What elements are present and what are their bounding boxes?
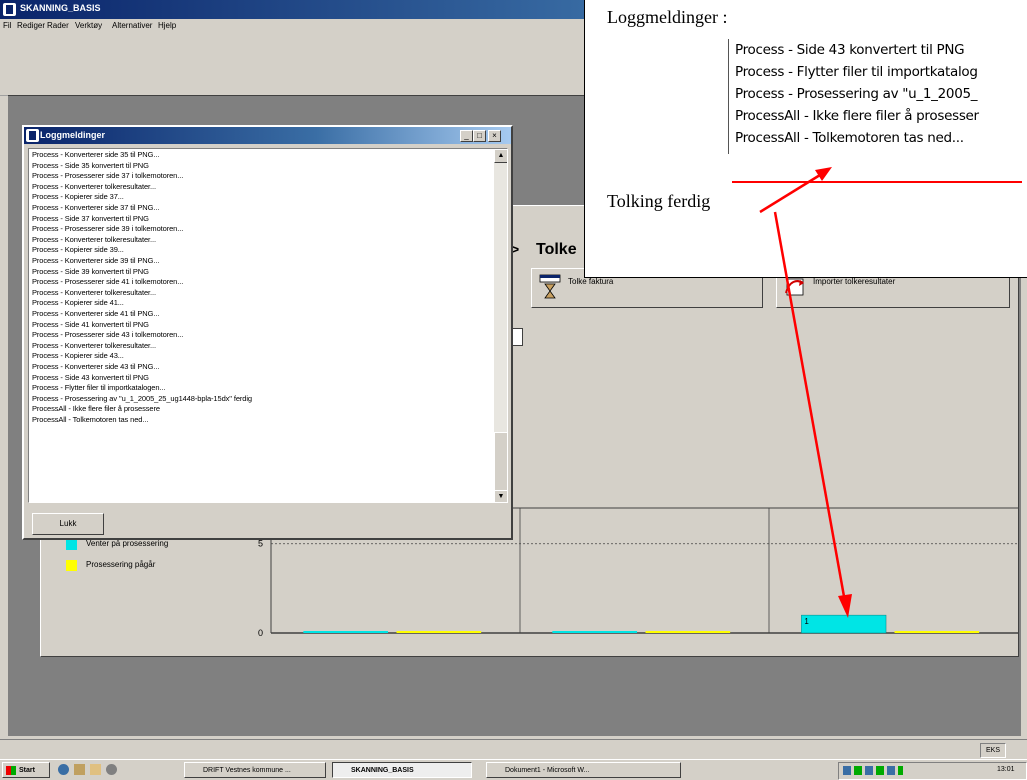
menu-rediger[interactable]: Rediger — [17, 21, 45, 30]
bar-data-label: 1 — [804, 617, 809, 626]
menu-hjelp[interactable]: Hjelp — [158, 21, 176, 30]
zoomed-log: Process - Side 43 konvertert til PNG Pro… — [728, 39, 1027, 154]
minimize-button[interactable]: _ — [460, 130, 473, 142]
start-button[interactable]: Start — [2, 762, 50, 778]
clock: 13:01 — [997, 766, 1015, 773]
log-line: Process - Konverterer tolkeresultater... — [32, 287, 156, 297]
media-icon[interactable] — [106, 764, 117, 775]
maximize-button[interactable]: □ — [473, 130, 486, 142]
chart-bar — [303, 631, 389, 633]
menu-fil[interactable]: Fil — [3, 21, 11, 30]
log-line: Process - Kopierer side 43... — [32, 351, 124, 361]
log-line: Process - Konverterer side 39 til PNG... — [32, 256, 160, 265]
page-title: Tolke — [536, 241, 577, 258]
chart-bar — [894, 631, 980, 633]
log-line: Process - Prosessering av "u_1_2005_25_u… — [32, 393, 253, 403]
importer-label: Importer tolkeresultater — [813, 277, 896, 286]
scroll-thumb[interactable] — [494, 432, 507, 492]
log-line: Process - Kopierer side 41... — [32, 298, 124, 308]
log-line: Process - Side 43 konvertert til PNG — [32, 372, 149, 382]
log-line: Process - Kopierer side 37... — [32, 192, 124, 202]
loggmeldinger-dialog: Loggmeldinger _ □ × Process - Konvertere… — [22, 125, 513, 540]
callout-title: Loggmeldinger : — [607, 7, 728, 27]
log-line: Process - Konverterer tolkeresultater... — [32, 340, 156, 350]
lukk-button[interactable]: Lukk — [32, 513, 104, 535]
log-line: Process - Prosesserer side 43 i tolkemot… — [32, 330, 184, 340]
windows-logo-icon — [6, 766, 16, 775]
log-line: Process - Side 35 konvertert til PNG — [32, 160, 149, 170]
task-drift[interactable]: DRIFT Vestnes kommune ... — [184, 762, 326, 778]
log-line: Process - Konverterer side 35 til PNG... — [32, 150, 160, 159]
y-tick-label: 0 — [258, 628, 263, 638]
log-line: Process - Konverterer side 43 til PNG... — [32, 362, 160, 371]
log-line: Process - Konverterer side 37 til PNG... — [32, 203, 160, 212]
quick-launch — [58, 763, 178, 777]
dialog-titlebar: Loggmeldinger _ □ × — [24, 127, 511, 144]
app-title: SKANNING_BASIS — [20, 3, 101, 13]
taskbar: Start DRIFT Vestnes kommune ... SKANNING… — [0, 759, 1027, 780]
zoom-line: Process - Side 43 konvertert til PNG — [735, 42, 965, 58]
chart-bar — [645, 631, 731, 633]
close-button[interactable]: × — [488, 130, 501, 142]
log-line: Process - Prosesserer side 41 i tolkemot… — [32, 277, 184, 287]
hourglass-icon — [538, 273, 562, 299]
dialog-icon — [26, 129, 39, 142]
app-icon — [3, 3, 16, 16]
log-line: Process - Konverterer tolkeresultater... — [32, 234, 156, 244]
log-line: Process - Side 39 konvertert til PNG — [32, 266, 149, 276]
log-line: Process - Side 41 konvertert til PNG — [32, 319, 149, 329]
system-tray: 13:01 — [838, 762, 1027, 780]
tray-icons[interactable] — [843, 766, 903, 775]
scroll-down-icon[interactable]: ▼ — [494, 490, 507, 502]
log-line: Process - Prosesserer side 37 i tolkemot… — [32, 171, 184, 181]
log-line: Process - Konverterer side 41 til PNG... — [32, 309, 160, 318]
menu-verktoy[interactable]: Verktøy — [75, 21, 102, 30]
log-scrollbar[interactable]: ▲ ▼ — [494, 149, 507, 502]
menu-rader[interactable]: Rader — [47, 21, 69, 30]
folder-icon[interactable] — [74, 764, 85, 775]
chart-bar — [801, 614, 887, 634]
callout-note: Tolking ferdig — [607, 191, 711, 211]
task-dokument[interactable]: Dokument1 - Microsoft W... — [486, 762, 681, 778]
zoom-line: Process - Flytter filer til importkatalo… — [735, 64, 978, 80]
task-skanning[interactable]: SKANNING_BASIS — [332, 762, 472, 778]
menu-alternativer[interactable]: Alternativer — [112, 21, 152, 30]
log-line: Process - Side 37 konvertert til PNG — [32, 213, 149, 223]
annotation-callout: Loggmeldinger : Process - Side 43 konver… — [584, 0, 1027, 278]
log-line: ProcessAll - Ikke flere filer å prosesse… — [32, 404, 160, 414]
zoom-line: ProcessAll - Ikke flere filer å prosesse… — [735, 108, 979, 124]
status-indicator: EKS — [980, 743, 1006, 758]
dialog-title: Loggmeldinger — [40, 130, 105, 140]
scroll-up-icon[interactable]: ▲ — [494, 149, 507, 163]
log-line: Process - Prosesserer side 39 i tolkemot… — [32, 224, 184, 234]
chart-bar — [396, 631, 482, 633]
log-line: ProcessAll - Tolkemotoren tas ned... — [32, 415, 149, 424]
zoom-line: ProcessAll - Tolkemotoren tas ned... — [735, 130, 964, 146]
tolke-faktura-label: Tolke faktura — [568, 277, 614, 286]
status-bar: EKS — [0, 739, 1027, 760]
start-label: Start — [19, 767, 35, 774]
y-tick-label: 5 — [258, 539, 263, 549]
ie-icon[interactable] — [58, 764, 69, 775]
zoom-line: Process - Prosessering av "u_1_2005_ — [735, 86, 978, 102]
log-line: Process - Flytter filer til importkatalo… — [32, 383, 166, 393]
log-line: Process - Kopierer side 39... — [32, 245, 124, 255]
log-line: Process - Konverterer tolkeresultater... — [32, 181, 156, 191]
log-list[interactable]: Process - Konverterer side 35 til PNG...… — [28, 148, 508, 503]
outlook-icon[interactable] — [90, 764, 101, 775]
chart-bar — [552, 631, 638, 633]
